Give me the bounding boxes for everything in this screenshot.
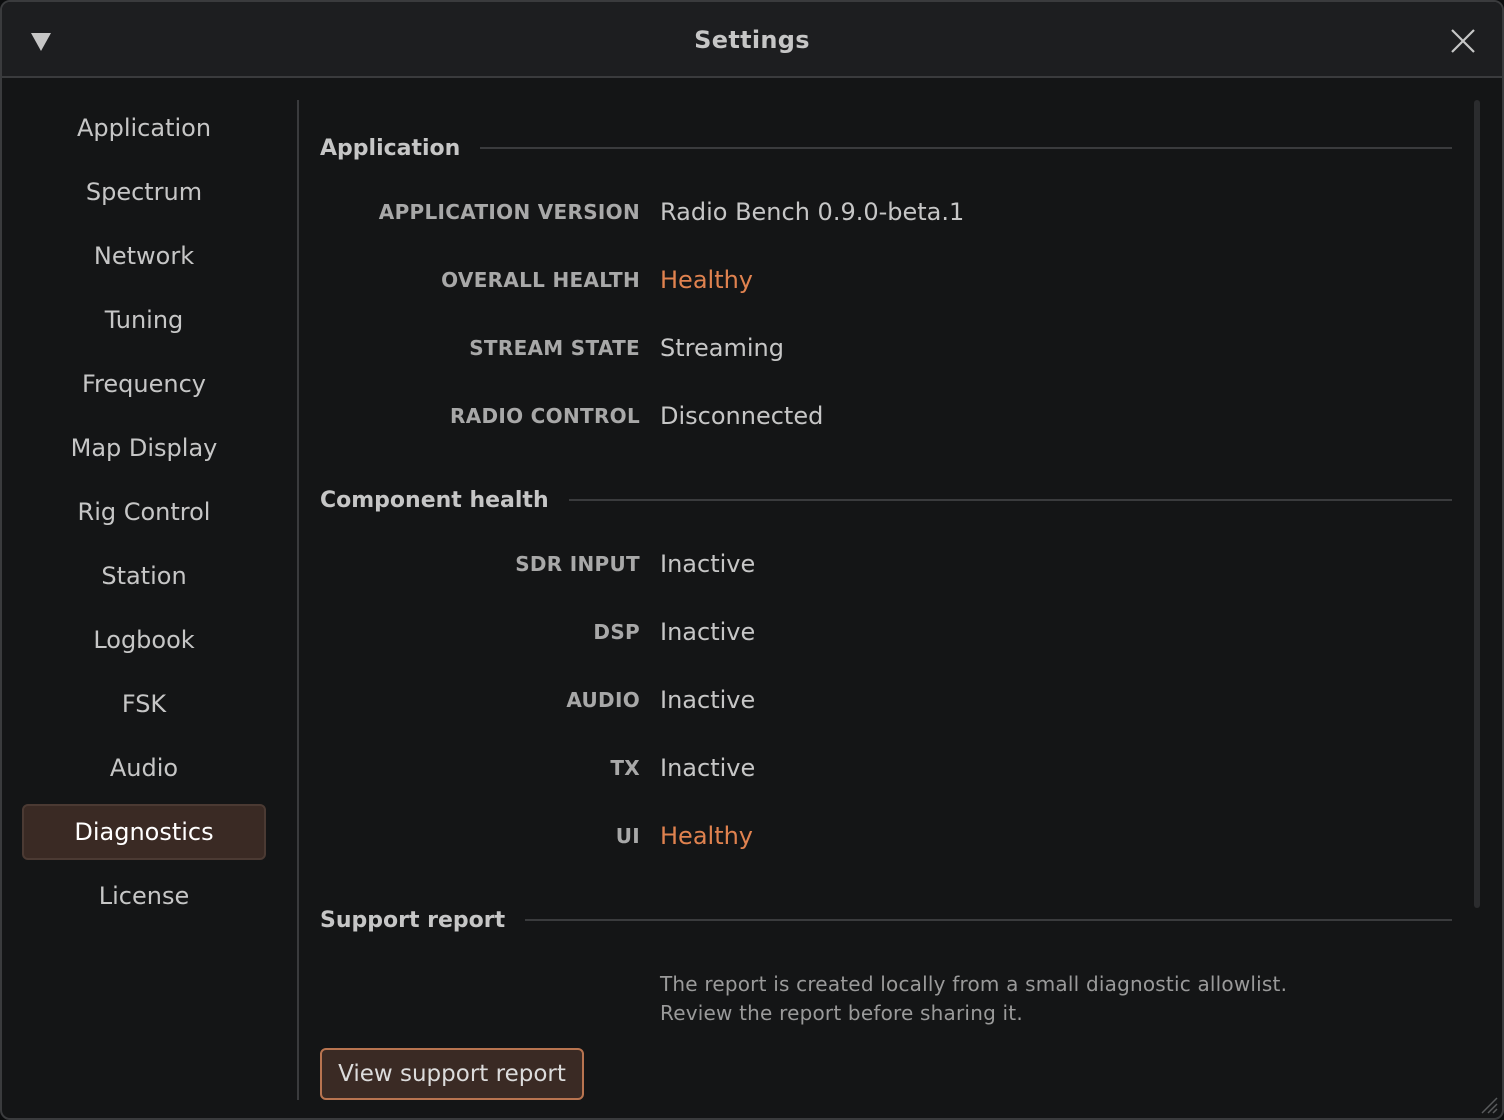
section-title: Application [320, 135, 461, 161]
content-scrollbar[interactable] [1474, 100, 1480, 1100]
sidebar-item-license[interactable]: License [22, 868, 266, 924]
section-title: Support report [320, 907, 506, 933]
close-icon [1451, 29, 1475, 53]
sidebar-divider [297, 100, 299, 1100]
close-button[interactable] [1444, 22, 1482, 60]
diagnostics-panel: Application APPLICATION VERSION Radio Be… [320, 100, 1452, 1110]
resize-grip-icon[interactable] [1478, 1094, 1498, 1114]
sidebar-item-rig-control[interactable]: Rig Control [22, 484, 266, 540]
section-rule [568, 499, 1452, 501]
row-key: DSP [593, 620, 640, 644]
row-key: STREAM STATE [469, 336, 640, 360]
sidebar-item-diagnostics[interactable]: Diagnostics [22, 804, 266, 860]
sidebar-item-spectrum[interactable]: Spectrum [22, 164, 266, 220]
row-value: Inactive [660, 550, 756, 578]
section-rule [480, 147, 1452, 149]
section-rule [525, 919, 1452, 921]
row-key: UI [615, 824, 640, 848]
sidebar-item-audio[interactable]: Audio [22, 740, 266, 796]
row-value: Inactive [660, 618, 756, 646]
sidebar-item-map-display[interactable]: Map Display [22, 420, 266, 476]
settings-sidebar: Application Spectrum Network Tuning Freq… [22, 100, 266, 932]
row-key: TX [610, 756, 640, 780]
status-value: Healthy [660, 266, 754, 294]
section-title: Component health [320, 487, 549, 513]
note-line: Review the report before sharing it. [660, 1001, 1023, 1025]
row-key: RADIO CONTROL [450, 404, 640, 428]
row-value: Streaming [660, 334, 784, 362]
section-header-support-report: Support report [320, 900, 1452, 940]
settings-window: Settings Application Spectrum Network Tu… [0, 0, 1504, 1120]
row-value: Inactive [660, 754, 756, 782]
row-key: APPLICATION VERSION [378, 200, 640, 224]
title-bar: Settings [2, 2, 1502, 78]
scrollbar-thumb[interactable] [1474, 100, 1480, 908]
sidebar-item-tuning[interactable]: Tuning [22, 292, 266, 348]
info-row-sdr-input: SDR INPUT Inactive [320, 544, 1452, 584]
window-title: Settings [694, 26, 810, 54]
info-row-radio-control: RADIO CONTROL Disconnected [320, 396, 1452, 436]
view-support-report-button[interactable]: View support report [320, 1048, 584, 1100]
sidebar-item-station[interactable]: Station [22, 548, 266, 604]
row-value: Disconnected [660, 402, 824, 430]
info-row-tx: TX Inactive [320, 748, 1452, 788]
sidebar-item-fsk[interactable]: FSK [22, 676, 266, 732]
note-line: The report is created locally from a sma… [660, 972, 1288, 996]
info-row-application-version: APPLICATION VERSION Radio Bench 0.9.0-be… [320, 192, 1452, 232]
info-row-ui: UI Healthy [320, 816, 1452, 856]
row-value: Radio Bench 0.9.0-beta.1 [660, 198, 965, 226]
row-key: OVERALL HEALTH [441, 268, 640, 292]
sidebar-item-logbook[interactable]: Logbook [22, 612, 266, 668]
row-value: Inactive [660, 686, 756, 714]
section-header-component-health: Component health [320, 480, 1452, 520]
info-row-audio: AUDIO Inactive [320, 680, 1452, 720]
status-value: Healthy [660, 822, 754, 850]
info-row-overall-health: OVERALL HEALTH Healthy [320, 260, 1452, 300]
row-key: SDR INPUT [515, 552, 640, 576]
section-header-application: Application [320, 128, 1452, 168]
sidebar-item-network[interactable]: Network [22, 228, 266, 284]
support-report-note: The report is created locally from a sma… [660, 970, 1420, 1028]
sidebar-item-frequency[interactable]: Frequency [22, 356, 266, 412]
info-row-stream-state: STREAM STATE Streaming [320, 328, 1452, 368]
info-row-dsp: DSP Inactive [320, 612, 1452, 652]
sidebar-item-application[interactable]: Application [22, 100, 266, 156]
row-key: AUDIO [566, 688, 640, 712]
